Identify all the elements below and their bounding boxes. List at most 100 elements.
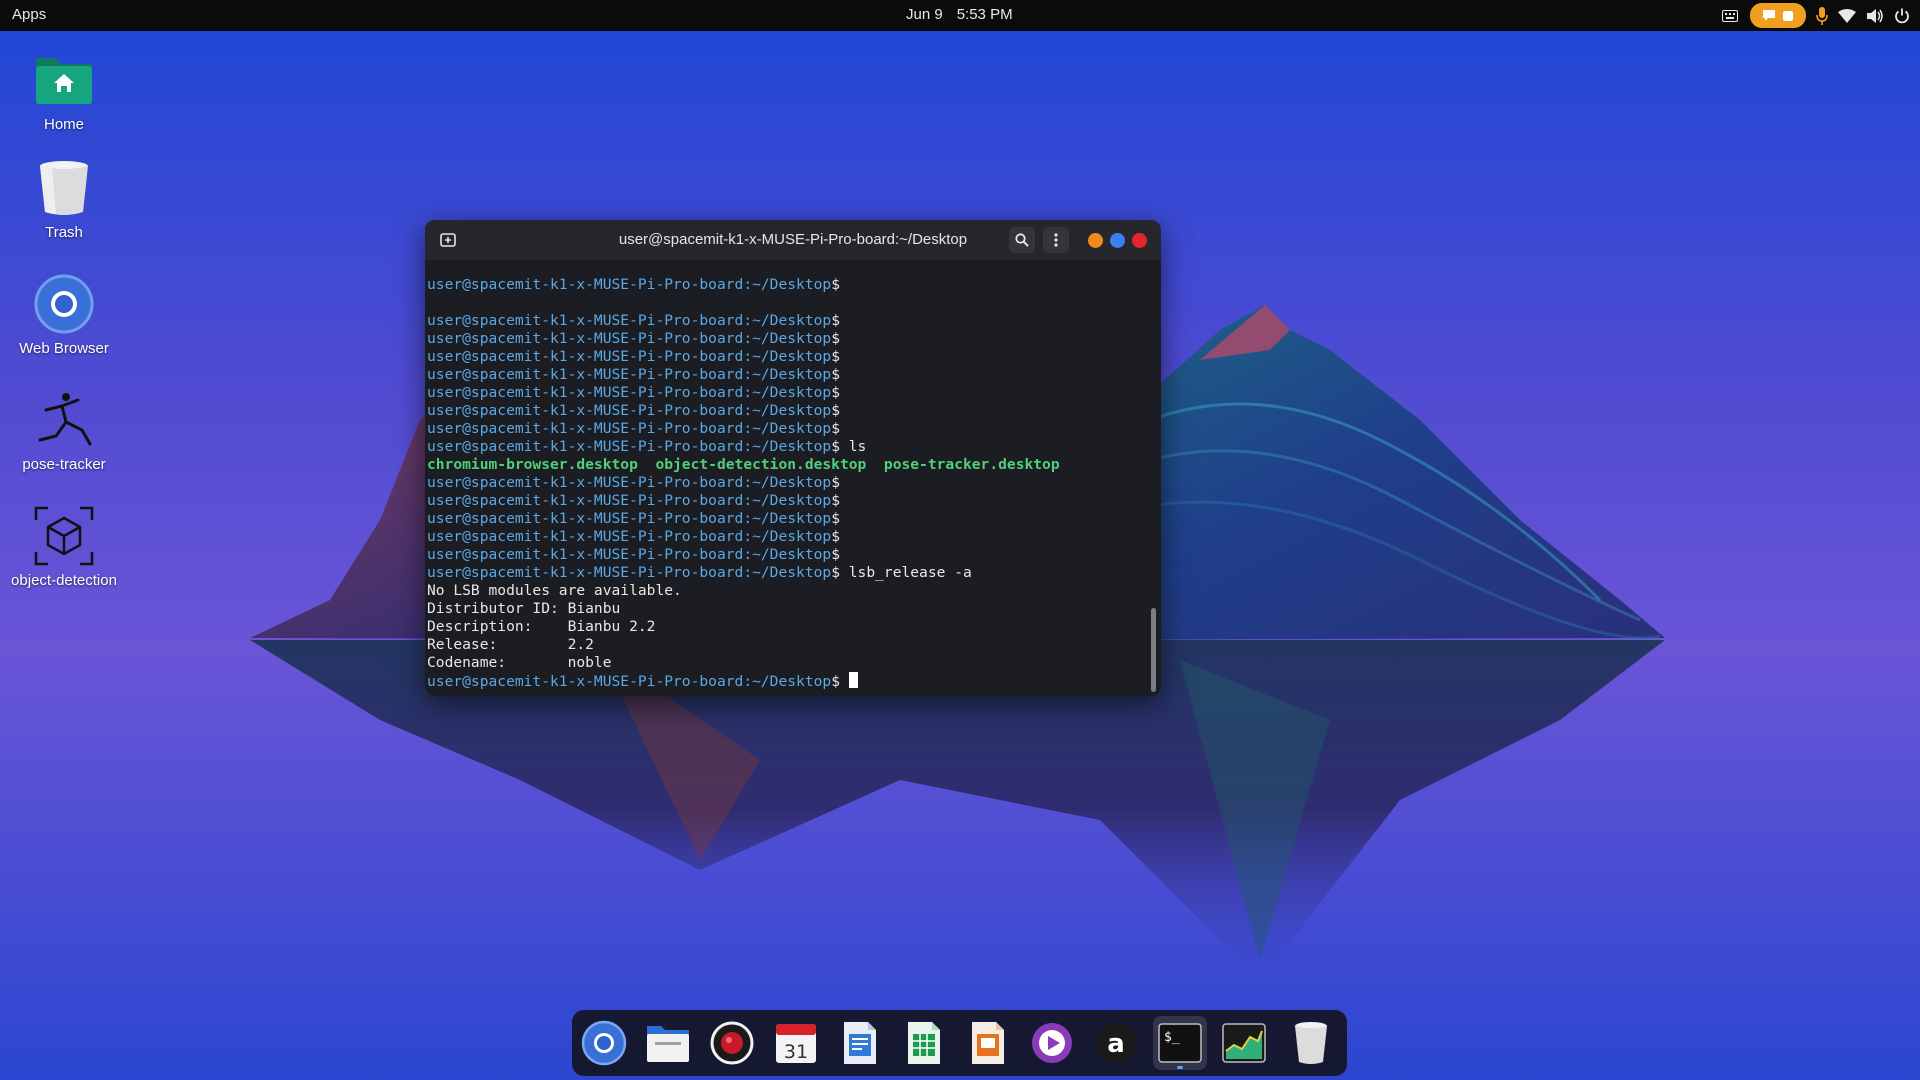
minimize-button[interactable] [1088, 233, 1103, 248]
desktop-icon-pose-tracker[interactable]: pose-tracker [0, 388, 128, 473]
prompt-symbol: $ [831, 510, 840, 527]
prompt-path: :~/Desktop [743, 312, 832, 329]
output-text: No LSB modules are available. [427, 582, 682, 599]
prompt-path: :~/Desktop [743, 474, 832, 491]
prompt-symbol: $ [831, 546, 840, 563]
prompt-symbol: $ [831, 366, 840, 383]
terminal-line: user@spacemit-k1-x-MUSE-Pi-Pro-board:~/D… [427, 474, 1137, 492]
prompt-path: :~/Desktop [743, 564, 832, 581]
desktop-icon-home[interactable]: Home [0, 48, 128, 133]
prompt-path: :~/Desktop [743, 402, 832, 419]
terminal-scrollbar[interactable] [1151, 608, 1156, 692]
volume-icon[interactable] [1866, 3, 1884, 28]
dock-calendar[interactable]: 31 [769, 1016, 823, 1070]
terminal-line: user@spacemit-k1-x-MUSE-Pi-Pro-board:~/D… [427, 492, 1137, 510]
power-icon[interactable] [1894, 3, 1910, 28]
dock-app-store[interactable]: a [1089, 1016, 1143, 1070]
prompt-symbol: $ [831, 474, 840, 491]
dock: 31 a $_ [572, 1010, 1347, 1076]
terminal-line: Description: Bianbu 2.2 [427, 618, 1137, 636]
prompt-user: user@spacemit-k1-x-MUSE-Pi-Pro-board [427, 384, 744, 401]
command-text: lsb_release -a [839, 564, 972, 581]
dock-impress[interactable] [961, 1016, 1015, 1070]
apps-menu-button[interactable]: Apps [12, 6, 46, 23]
file-entry: pose-tracker.desktop [883, 456, 1060, 473]
output-text: Description: Bianbu 2.2 [427, 618, 656, 635]
prompt-path: :~/Desktop [743, 510, 832, 527]
app-store-icon: a [1096, 1023, 1136, 1063]
prompt-symbol: $ [831, 673, 840, 690]
close-button[interactable] [1132, 233, 1147, 248]
prompt-symbol: $ [831, 348, 840, 365]
terminal-glyph: $_ [1164, 1030, 1180, 1045]
file-entry: object-detection.desktop [655, 456, 867, 473]
prompt-symbol: $ [831, 420, 840, 437]
terminal-line: user@spacemit-k1-x-MUSE-Pi-Pro-board:~/D… [427, 672, 1137, 690]
terminal-line: user@spacemit-k1-x-MUSE-Pi-Pro-board:~/D… [427, 420, 1137, 438]
desktop-icon-label: Home [43, 116, 84, 133]
desktop-icon-label: pose-tracker [22, 456, 106, 473]
prompt-symbol: $ [831, 528, 840, 545]
dock-writer[interactable] [833, 1016, 887, 1070]
output-text: Release: 2.2 [427, 636, 594, 653]
clock-date: Jun 9 [906, 6, 943, 23]
prompt-symbol: $ [831, 276, 840, 293]
terminal-line: user@spacemit-k1-x-MUSE-Pi-Pro-board:~/D… [427, 384, 1137, 402]
prompt-user: user@spacemit-k1-x-MUSE-Pi-Pro-board [427, 492, 744, 509]
search-button[interactable] [1009, 227, 1035, 253]
desktop-icon-label: Web Browser [19, 340, 109, 357]
dock-calc[interactable] [897, 1016, 951, 1070]
output-text: Codename: noble [427, 654, 612, 671]
text-cursor [848, 672, 858, 688]
terminal-window[interactable]: user@spacemit-k1-x-MUSE-Pi-Pro-board:~/D… [425, 220, 1161, 696]
terminal-line: user@spacemit-k1-x-MUSE-Pi-Pro-board:~/D… [427, 528, 1137, 546]
terminal-line: Codename: noble [427, 654, 1137, 672]
dock-chromium[interactable] [577, 1016, 631, 1070]
terminal-line: user@spacemit-k1-x-MUSE-Pi-Pro-board:~/D… [427, 276, 1137, 294]
terminal-titlebar[interactable]: user@spacemit-k1-x-MUSE-Pi-Pro-board:~/D… [425, 220, 1161, 260]
command-text [840, 673, 849, 690]
output-text: Distributor ID: Bianbu [427, 600, 621, 617]
prompt-symbol: $ [831, 312, 840, 329]
dock-files[interactable] [641, 1016, 695, 1070]
search-icon [1015, 233, 1029, 247]
prompt-user: user@spacemit-k1-x-MUSE-Pi-Pro-board [427, 402, 744, 419]
trash-icon [32, 156, 96, 220]
terminal-line: user@spacemit-k1-x-MUSE-Pi-Pro-board:~/D… [427, 438, 1137, 456]
system-tray [1712, 3, 1910, 28]
terminal-line: user@spacemit-k1-x-MUSE-Pi-Pro-board:~/D… [427, 510, 1137, 528]
menu-button[interactable] [1043, 227, 1069, 253]
prompt-user: user@spacemit-k1-x-MUSE-Pi-Pro-board [427, 528, 744, 545]
folder-icon [647, 1026, 689, 1062]
terminal-line: user@spacemit-k1-x-MUSE-Pi-Pro-board:~/D… [427, 330, 1137, 348]
maximize-button[interactable] [1110, 233, 1125, 248]
dock-terminal[interactable]: $_ [1153, 1016, 1207, 1070]
presentation-icon [972, 1022, 1004, 1064]
keyboard-icon[interactable] [1722, 3, 1738, 28]
object-detection-icon [32, 504, 96, 568]
prompt-user: user@spacemit-k1-x-MUSE-Pi-Pro-board [427, 438, 744, 455]
wifi-icon[interactable] [1838, 3, 1856, 28]
notification-icon[interactable] [1750, 3, 1806, 28]
kebab-menu-icon [1054, 233, 1058, 247]
calendar-day: 31 [784, 1041, 808, 1063]
prompt-path: :~/Desktop [743, 528, 832, 545]
dock-recorder[interactable] [705, 1016, 759, 1070]
prompt-symbol: $ [831, 438, 840, 455]
desktop-icon-web-browser[interactable]: Web Browser [0, 272, 128, 357]
dock-trash[interactable] [1284, 1016, 1338, 1070]
prompt-path: :~/Desktop [743, 673, 832, 690]
microphone-icon[interactable] [1816, 3, 1828, 28]
home-folder-icon [32, 48, 96, 112]
desktop-icon-object-detection[interactable]: object-detection [0, 504, 128, 589]
prompt-user: user@spacemit-k1-x-MUSE-Pi-Pro-board [427, 366, 744, 383]
trash-icon [1295, 1022, 1327, 1064]
prompt-user: user@spacemit-k1-x-MUSE-Pi-Pro-board [427, 510, 744, 527]
clock[interactable]: Jun 9 5:53 PM [906, 6, 1013, 23]
dock-system-monitor[interactable] [1217, 1016, 1271, 1070]
prompt-path: :~/Desktop [743, 420, 832, 437]
dock-media-player[interactable] [1025, 1016, 1079, 1070]
terminal-output[interactable]: user@spacemit-k1-x-MUSE-Pi-Pro-board:~/D… [427, 276, 1137, 690]
desktop-icon-trash[interactable]: Trash [0, 156, 128, 241]
